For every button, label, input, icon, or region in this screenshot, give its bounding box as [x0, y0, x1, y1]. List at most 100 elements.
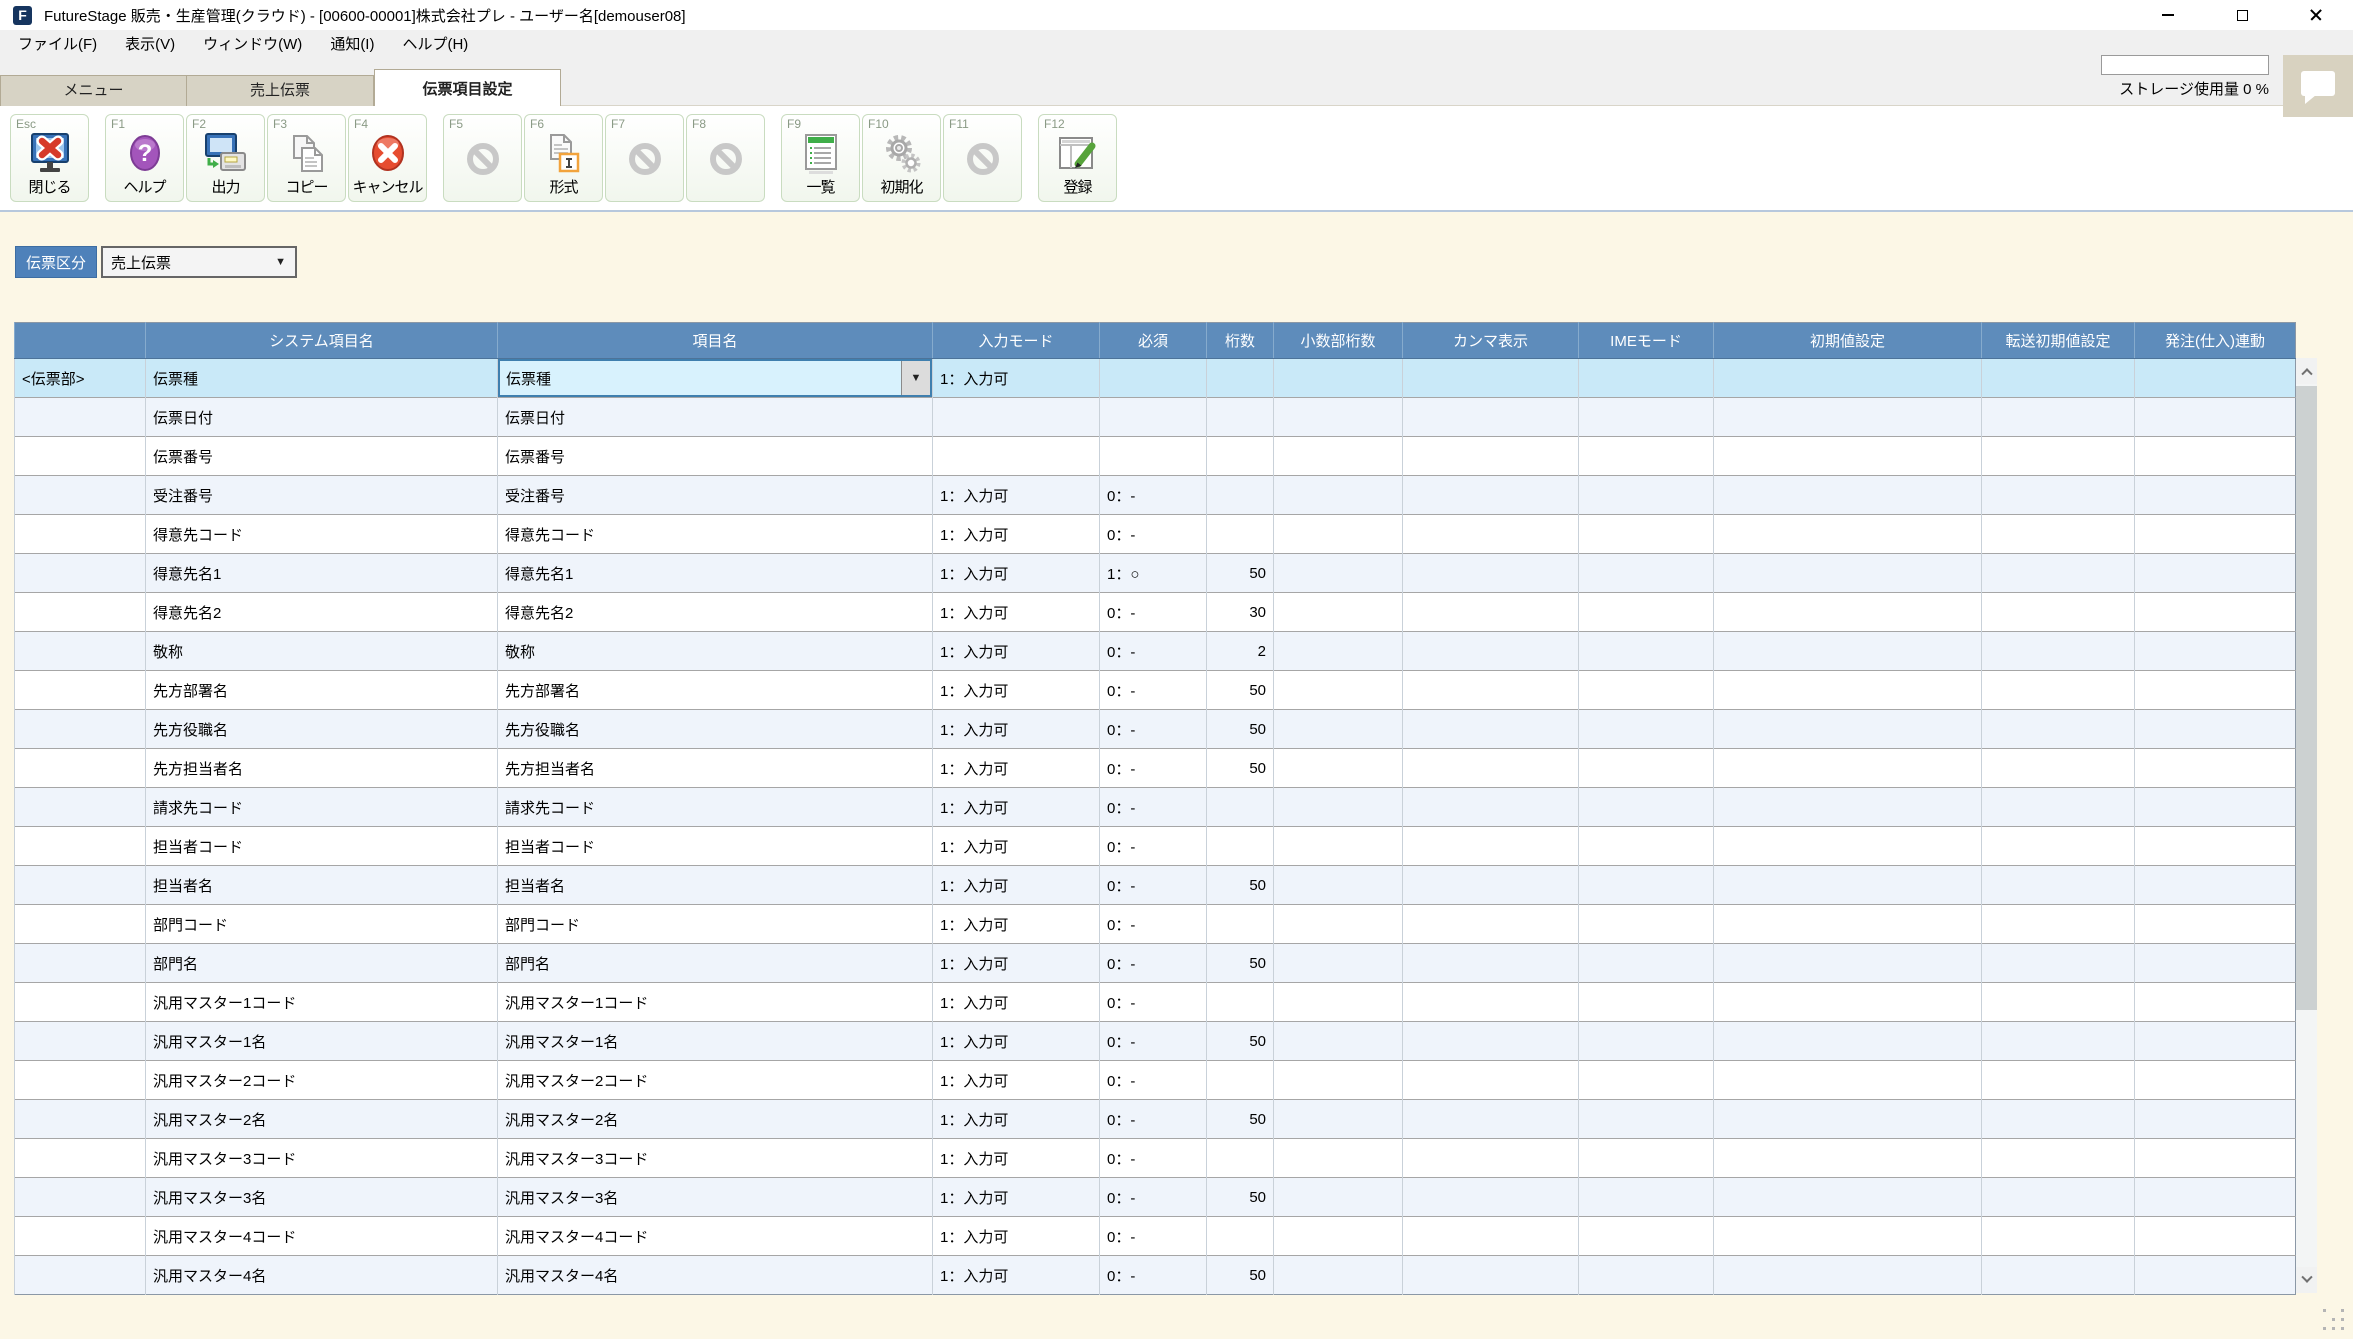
cell-item-name[interactable]: 汎用マスター3名	[498, 1178, 933, 1217]
cell-comma-display[interactable]	[1403, 671, 1579, 710]
cell-order-link[interactable]	[2135, 437, 2296, 476]
cell-decimal-digits[interactable]	[1274, 359, 1403, 398]
cell-ime-mode[interactable]	[1579, 905, 1714, 944]
cell-initial-value[interactable]	[1714, 905, 1982, 944]
cell-transfer-initial-value[interactable]	[1982, 1178, 2135, 1217]
cell-comma-display[interactable]	[1403, 983, 1579, 1022]
cell-item-name[interactable]: 先方役職名	[498, 710, 933, 749]
cell-digits[interactable]: 50	[1207, 749, 1274, 788]
cell-transfer-initial-value[interactable]	[1982, 476, 2135, 515]
cell-ime-mode[interactable]	[1579, 749, 1714, 788]
cell-digits[interactable]: 50	[1207, 671, 1274, 710]
cell-ime-mode[interactable]	[1579, 1217, 1714, 1256]
cell-comma-display[interactable]	[1403, 866, 1579, 905]
cell-input-mode[interactable]: 1：入力可	[933, 827, 1100, 866]
cell-item-name[interactable]: 担当者コード	[498, 827, 933, 866]
cell-decimal-digits[interactable]	[1274, 983, 1403, 1022]
cell-input-mode[interactable]: 1：入力可	[933, 1061, 1100, 1100]
cell-decimal-digits[interactable]	[1274, 554, 1403, 593]
cell-required[interactable]: 0：-	[1100, 632, 1207, 671]
cell-item-name[interactable]: 受注番号	[498, 476, 933, 515]
cell-initial-value[interactable]	[1714, 1178, 1982, 1217]
cell-initial-value[interactable]	[1714, 398, 1982, 437]
cell-transfer-initial-value[interactable]	[1982, 983, 2135, 1022]
cell-required[interactable]: 0：-	[1100, 1139, 1207, 1178]
cell-system-name[interactable]: 汎用マスター3コード	[146, 1139, 498, 1178]
cell-system-name[interactable]: 担当者名	[146, 866, 498, 905]
cell-comma-display[interactable]	[1403, 1256, 1579, 1295]
cell-input-mode[interactable]: 1：入力可	[933, 1100, 1100, 1139]
cell-decimal-digits[interactable]	[1274, 476, 1403, 515]
cell-transfer-initial-value[interactable]	[1982, 359, 2135, 398]
cell-system-name[interactable]: 請求先コード	[146, 788, 498, 827]
cell-input-mode[interactable]: 1：入力可	[933, 905, 1100, 944]
cell-input-mode[interactable]: 1：入力可	[933, 749, 1100, 788]
cell-order-link[interactable]	[2135, 1217, 2296, 1256]
toolbar-button-esc[interactable]: Esc閉じる	[10, 114, 89, 202]
cell-comma-display[interactable]	[1403, 749, 1579, 788]
cell-digits[interactable]: 50	[1207, 944, 1274, 983]
cell-comma-display[interactable]	[1403, 1100, 1579, 1139]
cell-item-name[interactable]: 部門名	[498, 944, 933, 983]
cell-digits[interactable]	[1207, 359, 1274, 398]
cell-digits[interactable]: 50	[1207, 1256, 1274, 1295]
cell-initial-value[interactable]	[1714, 1256, 1982, 1295]
cell-required[interactable]: 0：-	[1100, 593, 1207, 632]
cell-ime-mode[interactable]	[1579, 944, 1714, 983]
cell-decimal-digits[interactable]	[1274, 593, 1403, 632]
cell-transfer-initial-value[interactable]	[1982, 1256, 2135, 1295]
cell-order-link[interactable]	[2135, 788, 2296, 827]
cell-order-link[interactable]	[2135, 671, 2296, 710]
cell-decimal-digits[interactable]	[1274, 1061, 1403, 1100]
tab[interactable]: 売上伝票	[187, 75, 374, 106]
cell-comma-display[interactable]	[1403, 359, 1579, 398]
toolbar-button-f10[interactable]: F10初期化	[862, 114, 941, 202]
cell-order-link[interactable]	[2135, 1256, 2296, 1295]
cell-ime-mode[interactable]	[1579, 1256, 1714, 1295]
cell-ime-mode[interactable]	[1579, 632, 1714, 671]
cell-ime-mode[interactable]	[1579, 476, 1714, 515]
cell-input-mode[interactable]: 1：入力可	[933, 1178, 1100, 1217]
cell-required[interactable]: 0：-	[1100, 1217, 1207, 1256]
cell-ime-mode[interactable]	[1579, 1022, 1714, 1061]
cell-transfer-initial-value[interactable]	[1982, 749, 2135, 788]
cell-transfer-initial-value[interactable]	[1982, 554, 2135, 593]
cell-digits[interactable]: 30	[1207, 593, 1274, 632]
cell-comma-display[interactable]	[1403, 1178, 1579, 1217]
cell-input-mode[interactable]: 1：入力可	[933, 944, 1100, 983]
cell-decimal-digits[interactable]	[1274, 437, 1403, 476]
cell-decimal-digits[interactable]	[1274, 944, 1403, 983]
vertical-scrollbar[interactable]	[2296, 358, 2317, 1293]
cell-item-name[interactable]: 得意先コード	[498, 515, 933, 554]
cell-initial-value[interactable]	[1714, 788, 1982, 827]
cell-system-name[interactable]: 汎用マスター4名	[146, 1256, 498, 1295]
cell-item-name[interactable]: 汎用マスター4名	[498, 1256, 933, 1295]
cell-item-name[interactable]: 汎用マスター4コード	[498, 1217, 933, 1256]
cell-initial-value[interactable]	[1714, 983, 1982, 1022]
cell-transfer-initial-value[interactable]	[1982, 515, 2135, 554]
cell-initial-value[interactable]	[1714, 866, 1982, 905]
cell-transfer-initial-value[interactable]	[1982, 632, 2135, 671]
cell-order-link[interactable]	[2135, 710, 2296, 749]
cell-decimal-digits[interactable]	[1274, 866, 1403, 905]
cell-ime-mode[interactable]	[1579, 515, 1714, 554]
cell-item-name[interactable]: 汎用マスター1コード	[498, 983, 933, 1022]
resize-grip[interactable]	[2323, 1309, 2347, 1333]
toolbar-button-f1[interactable]: F1?ヘルプ	[105, 114, 184, 202]
cell-system-name[interactable]: 部門名	[146, 944, 498, 983]
cell-comma-display[interactable]	[1403, 1139, 1579, 1178]
cell-decimal-digits[interactable]	[1274, 632, 1403, 671]
cell-ime-mode[interactable]	[1579, 593, 1714, 632]
cell-order-link[interactable]	[2135, 593, 2296, 632]
cell-required[interactable]: 0：-	[1100, 827, 1207, 866]
cell-ime-mode[interactable]	[1579, 1139, 1714, 1178]
cell-item-name[interactable]: 先方担当者名	[498, 749, 933, 788]
scrollbar-thumb[interactable]	[2296, 386, 2317, 1010]
cell-initial-value[interactable]	[1714, 827, 1982, 866]
cell-required[interactable]: 0：-	[1100, 710, 1207, 749]
cell-decimal-digits[interactable]	[1274, 905, 1403, 944]
slip-category-dropdown[interactable]: 売上伝票 ▼	[101, 246, 297, 278]
cell-order-link[interactable]	[2135, 905, 2296, 944]
cell-input-mode[interactable]	[933, 437, 1100, 476]
cell-item-name[interactable]: 先方部署名	[498, 671, 933, 710]
